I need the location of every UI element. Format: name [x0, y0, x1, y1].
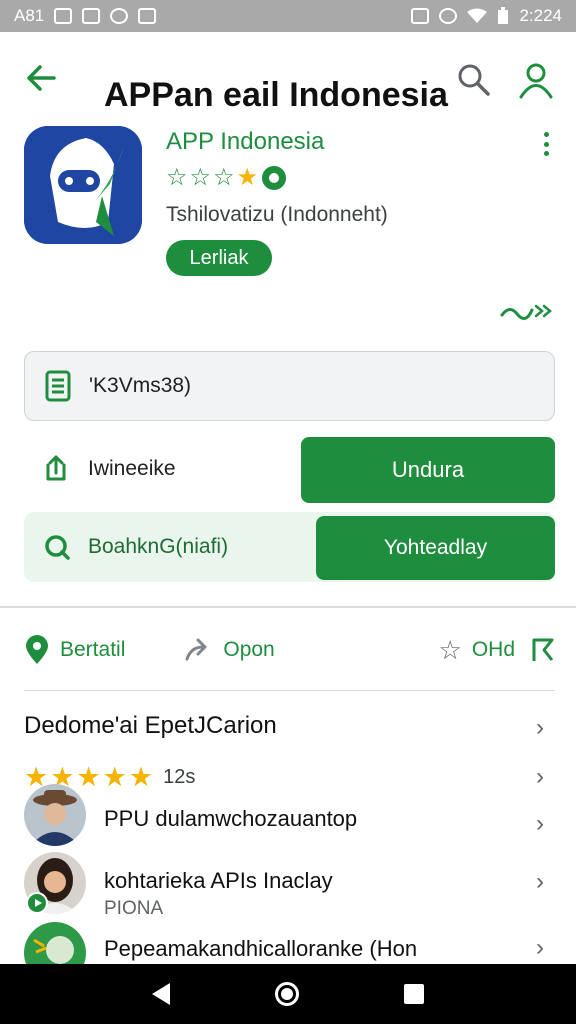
reviewer-name: Pepeamakandhicalloranke (Hon — [104, 936, 418, 961]
app-tag-button[interactable]: Lerliak — [166, 240, 272, 276]
wifi-icon — [467, 8, 488, 23]
chevron-right-icon: › — [536, 868, 544, 895]
reviewer-name: PPU dulamwchozauantop — [104, 806, 358, 831]
open-row-label: BoahknG(niafi) — [88, 535, 229, 558]
review-item[interactable]: kohtarieka APIs Inaclay PIONA › — [24, 852, 564, 919]
review-item[interactable]: PPU dulamwchozauantop › — [24, 784, 564, 848]
share-device-icon — [46, 455, 66, 481]
detail-action-label: Bertatil — [60, 638, 126, 661]
search-small-icon — [45, 535, 70, 560]
status-bar: A81 2:224 — [0, 0, 576, 32]
app-logo-icon — [24, 126, 142, 244]
nav-home-icon[interactable] — [274, 982, 299, 1006]
app-name[interactable]: APP Indonesia — [166, 128, 324, 156]
wishlist-action-label: OHd — [471, 638, 515, 661]
info-box[interactable]: 'K3Vms38) — [24, 351, 555, 421]
clock: 2:224 — [519, 6, 562, 25]
chevron-right-icon: › — [536, 810, 544, 837]
document-icon — [45, 370, 71, 402]
install-row-label: Iwineeike — [88, 457, 176, 480]
expand-more-icon[interactable] — [498, 298, 554, 324]
mail-icon — [54, 8, 73, 24]
info-box-text: 'K3Vms38) — [89, 374, 192, 397]
flag-icon[interactable] — [531, 638, 555, 662]
open-row: BoahknG(niafi) Yohteadlay — [24, 512, 555, 582]
star-outline-icon: ☆ — [166, 164, 188, 191]
battery-icon — [498, 7, 509, 24]
wishlist-action[interactable]: ☆ OHd — [439, 635, 516, 666]
star-outline-icon: ☆ — [213, 164, 235, 191]
reviewer-subtitle: PIONA — [104, 898, 164, 919]
search-icon[interactable] — [454, 60, 494, 100]
location-pin-icon — [26, 635, 48, 664]
camera-icon — [110, 8, 129, 24]
notification-icon — [138, 8, 157, 24]
section-divider — [0, 606, 576, 608]
carrier-label: A81 — [14, 6, 45, 25]
reviews-section-title[interactable]: Dedome'ai EpetJCarion — [24, 712, 277, 740]
more-options-icon[interactable] — [536, 132, 556, 156]
image-icon — [82, 8, 101, 24]
share-arrow-icon — [185, 638, 207, 661]
install-row: Iwineeike Undura — [24, 437, 555, 503]
share-action[interactable]: Opon — [185, 637, 275, 663]
app-icon — [24, 126, 142, 244]
chevron-right-icon: › — [536, 934, 544, 961]
play-badge-icon — [26, 892, 48, 914]
page-title: APPan eail Indonesia — [104, 76, 448, 114]
top-app-bar: APPan eail Indonesia — [0, 40, 576, 120]
nav-back-icon[interactable] — [152, 983, 171, 1005]
star-filled-icon: ★ — [236, 164, 259, 191]
star-outline-icon: ☆ — [189, 164, 212, 191]
nav-recents-icon[interactable] — [403, 984, 424, 1004]
open-button[interactable]: Yohteadlay — [316, 516, 555, 580]
app-rating: ☆ ☆ ☆ ★ — [166, 163, 287, 192]
back-arrow-icon[interactable] — [22, 60, 62, 96]
detail-action[interactable]: Bertatil — [24, 635, 125, 665]
install-button[interactable]: Undura — [301, 437, 555, 503]
rating-badge-icon — [262, 165, 287, 190]
vibrate-icon — [411, 8, 430, 24]
chevron-right-icon[interactable]: › — [536, 716, 556, 740]
actions-row: Bertatil Opon ☆ OHd — [24, 630, 555, 670]
developer-name: Tshilovatizu (Indonneht) — [166, 203, 388, 226]
avatar — [24, 784, 86, 846]
section-divider — [24, 690, 555, 691]
star-outline-icon: ☆ — [438, 634, 462, 665]
reviewer-name: kohtarieka APIs Inaclay — [104, 868, 333, 893]
alarm-icon — [439, 8, 458, 24]
person-avatar-icon — [24, 784, 86, 846]
system-nav-bar — [0, 964, 576, 1024]
share-action-label: Opon — [223, 638, 275, 661]
account-icon[interactable] — [516, 60, 556, 100]
